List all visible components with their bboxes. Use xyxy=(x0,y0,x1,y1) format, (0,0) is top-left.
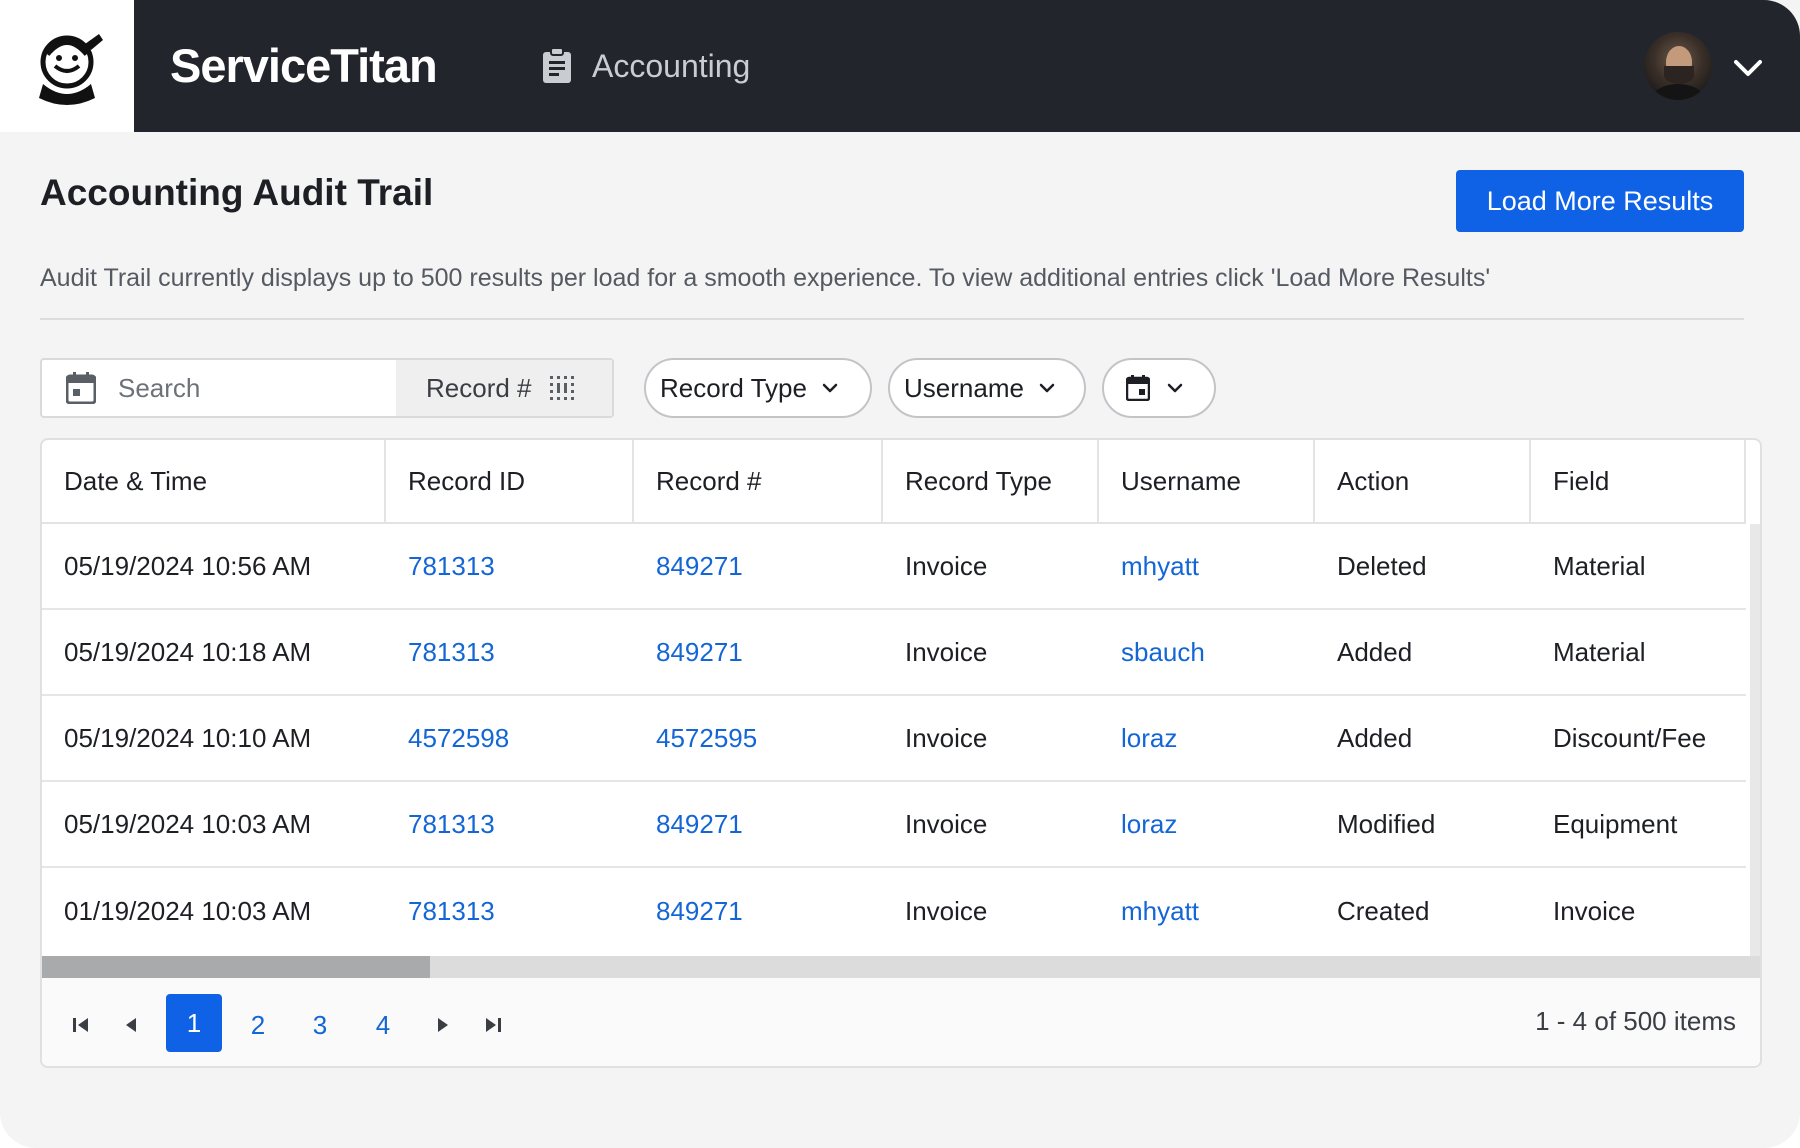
nav-item-label: Accounting xyxy=(592,47,751,84)
horizontal-scrollbar-thumb[interactable] xyxy=(42,956,430,978)
chevron-down-icon xyxy=(822,383,838,393)
vertical-scrollbar[interactable] xyxy=(1750,524,1760,956)
cell-action: Added xyxy=(1337,722,1413,753)
cell-action: Created xyxy=(1337,895,1430,926)
cell-action: Deleted xyxy=(1337,550,1427,581)
next-page-button[interactable] xyxy=(428,1004,458,1046)
next-page-icon xyxy=(438,1018,448,1032)
cell-action: Modified xyxy=(1337,808,1436,839)
cell-date-time: 05/19/2024 10:10 AM xyxy=(64,722,312,753)
first-page-icon xyxy=(73,1018,88,1032)
cell-date-time: 05/19/2024 10:18 AM xyxy=(64,636,312,667)
pagination: 1 2 3 4 1 - 4 of 500 items xyxy=(42,978,1760,1066)
page-title: Accounting Audit Trail xyxy=(40,172,434,213)
username-filter[interactable]: Username xyxy=(888,358,1086,418)
record-type-filter-label: Record Type xyxy=(660,372,807,403)
page-button-3[interactable]: 3 xyxy=(306,1004,334,1046)
date-filter[interactable] xyxy=(1102,358,1216,418)
page-button-2[interactable]: 2 xyxy=(244,1004,272,1046)
cell-field: Invoice xyxy=(1553,895,1636,926)
search-scope-select[interactable]: Record # xyxy=(396,360,612,416)
app-frame: ServiceTitan Accounting Accounting Audit… xyxy=(0,0,1800,1148)
first-page-button[interactable] xyxy=(66,1004,96,1046)
column-header-action[interactable]: Action xyxy=(1315,440,1531,522)
record-id-link[interactable]: 4572598 xyxy=(386,696,634,780)
avatar[interactable] xyxy=(1644,32,1712,100)
cell-date-time: 05/19/2024 10:56 AM xyxy=(64,550,312,581)
username-link[interactable]: loraz xyxy=(1099,782,1315,866)
top-bar: ServiceTitan Accounting xyxy=(0,0,1800,132)
cell-field: Material xyxy=(1553,550,1646,581)
barcode-scan-icon xyxy=(549,376,574,400)
last-page-icon xyxy=(486,1018,501,1032)
username-link[interactable]: mhyatt xyxy=(1099,524,1315,608)
page-description: Audit Trail currently displays up to 500… xyxy=(40,264,1491,292)
chevron-down-icon xyxy=(1039,383,1055,393)
cell-record-type: Invoice xyxy=(905,808,988,839)
cell-record-type: Invoice xyxy=(905,722,988,753)
record-number-link[interactable]: 849271 xyxy=(634,524,883,608)
search-group: Record # xyxy=(40,358,614,418)
cell-record-type: Invoice xyxy=(905,636,988,667)
record-type-filter[interactable]: Record Type xyxy=(644,358,872,418)
column-header-username[interactable]: Username xyxy=(1099,440,1315,522)
username-link[interactable]: loraz xyxy=(1099,696,1315,780)
table-row: 05/19/2024 10:03 AM 781313 849271 Invoic… xyxy=(42,782,1746,868)
clipboard-icon xyxy=(543,48,571,83)
username-link[interactable]: mhyatt xyxy=(1099,868,1315,954)
page-button-1[interactable]: 1 xyxy=(166,994,222,1052)
brand-name[interactable]: ServiceTitan xyxy=(170,36,438,96)
cell-field: Discount/Fee xyxy=(1553,722,1707,753)
table-row: 01/19/2024 10:03 AM 781313 849271 Invoic… xyxy=(42,868,1746,954)
record-number-link[interactable]: 849271 xyxy=(634,868,883,954)
column-header-record-type[interactable]: Record Type xyxy=(883,440,1099,522)
divider xyxy=(40,318,1744,320)
last-page-button[interactable] xyxy=(478,1004,508,1046)
calendar-icon xyxy=(66,372,96,404)
table-row: 05/19/2024 10:10 AM 4572598 4572595 Invo… xyxy=(42,696,1746,782)
calendar-icon xyxy=(1126,375,1150,401)
cell-field: Material xyxy=(1553,636,1646,667)
record-number-link[interactable]: 849271 xyxy=(634,610,883,694)
table-row: 05/19/2024 10:18 AM 781313 849271 Invoic… xyxy=(42,610,1746,696)
search-input[interactable] xyxy=(118,372,378,404)
audit-table: Date & Time Record ID Record # Record Ty… xyxy=(40,438,1762,1068)
items-count: 1 - 4 of 500 items xyxy=(1535,1006,1736,1036)
logo[interactable] xyxy=(0,0,134,132)
cell-date-time: 05/19/2024 10:03 AM xyxy=(64,808,312,839)
nav-item-accounting[interactable]: Accounting xyxy=(542,44,750,88)
table-header: Date & Time Record ID Record # Record Ty… xyxy=(42,440,1746,524)
record-number-link[interactable]: 849271 xyxy=(634,782,883,866)
record-id-link[interactable]: 781313 xyxy=(386,782,634,866)
column-header-field[interactable]: Field xyxy=(1531,440,1746,522)
cell-field: Equipment xyxy=(1553,808,1678,839)
chevron-down-icon xyxy=(1167,383,1183,393)
cell-record-type: Invoice xyxy=(905,550,988,581)
previous-page-icon xyxy=(126,1018,136,1032)
cell-record-type: Invoice xyxy=(905,895,988,926)
username-link[interactable]: sbauch xyxy=(1099,610,1315,694)
column-header-date-time[interactable]: Date & Time xyxy=(42,440,386,522)
table-row: 05/19/2024 10:56 AM 781313 849271 Invoic… xyxy=(42,524,1746,610)
column-header-record-number[interactable]: Record # xyxy=(634,440,883,522)
record-id-link[interactable]: 781313 xyxy=(386,610,634,694)
previous-page-button[interactable] xyxy=(116,1004,146,1046)
cell-action: Added xyxy=(1337,636,1413,667)
username-filter-label: Username xyxy=(904,372,1024,403)
mascot-logo-icon xyxy=(39,34,103,105)
cell-date-time: 01/19/2024 10:03 AM xyxy=(64,895,312,926)
load-more-button[interactable]: Load More Results xyxy=(1456,170,1744,232)
column-header-record-id[interactable]: Record ID xyxy=(386,440,634,522)
search-scope-label: Record # xyxy=(426,372,532,403)
record-id-link[interactable]: 781313 xyxy=(386,524,634,608)
record-id-link[interactable]: 781313 xyxy=(386,868,634,954)
page-button-4[interactable]: 4 xyxy=(369,1004,397,1046)
chevron-down-icon[interactable] xyxy=(1730,52,1766,82)
horizontal-scrollbar[interactable] xyxy=(42,956,1760,978)
record-number-link[interactable]: 4572595 xyxy=(634,696,883,780)
